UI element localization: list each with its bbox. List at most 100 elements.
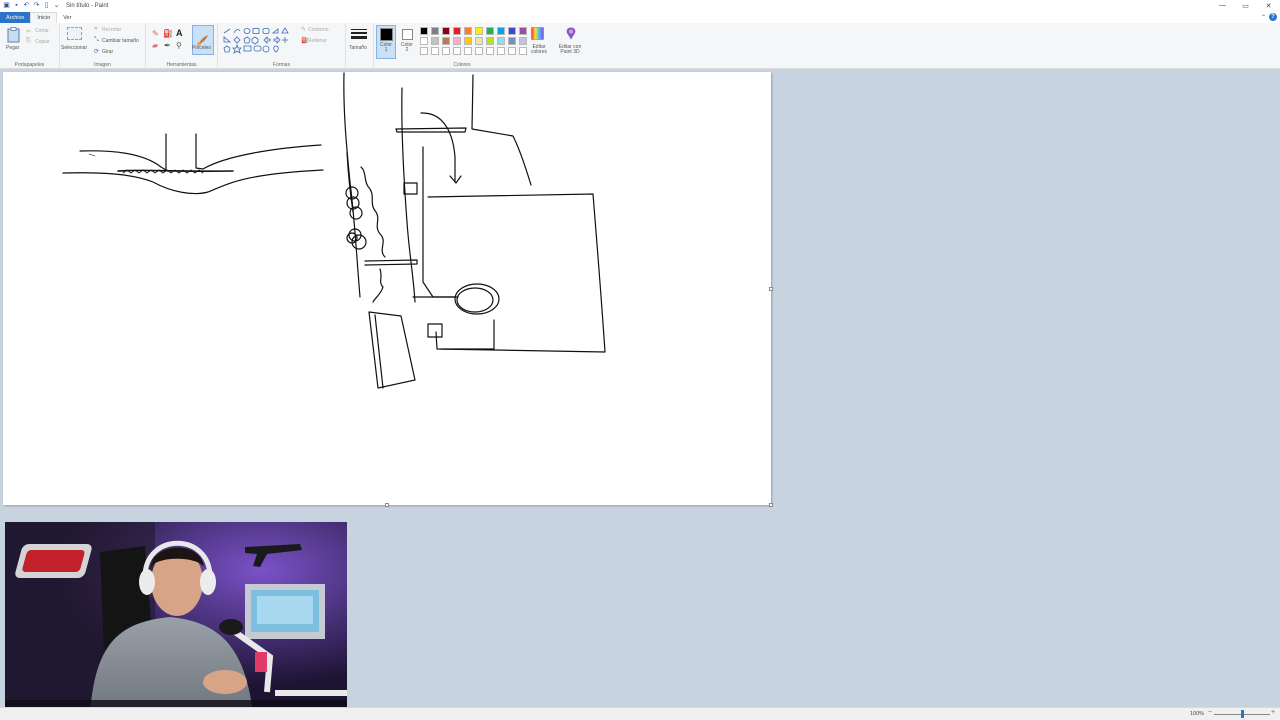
crop-button[interactable]: Recortar xyxy=(102,27,121,33)
resize-button[interactable]: Cambiar tamaño xyxy=(102,38,139,44)
eraser-icon[interactable]: ▰ xyxy=(152,41,158,50)
palette-swatch[interactable] xyxy=(442,47,450,55)
palette-swatch[interactable] xyxy=(519,37,527,45)
colors-group: Color 1 Color 2 Editar colores Editar co… xyxy=(374,23,592,69)
select-icon[interactable] xyxy=(67,27,82,40)
drawing-canvas[interactable] xyxy=(3,72,773,507)
palette-swatch[interactable] xyxy=(508,37,516,45)
palette-swatch[interactable] xyxy=(475,37,483,45)
undo-icon[interactable]: ↶ xyxy=(23,2,30,9)
magnifier-icon[interactable]: ⚲ xyxy=(176,41,182,50)
zoom-slider-thumb[interactable] xyxy=(1241,710,1244,718)
collapse-ribbon-icon[interactable]: ⌃ xyxy=(1261,14,1266,21)
resize-icon: ⤡ xyxy=(94,37,99,43)
text-icon[interactable]: A xyxy=(176,28,183,38)
crop-icon: ⌗ xyxy=(94,26,98,32)
select-button[interactable]: Seleccionar xyxy=(61,45,87,51)
shapes-group: Contorno Rellenar ✎ ⛽ Formas xyxy=(218,23,346,69)
tools-group-label: Herramientas xyxy=(166,62,197,68)
palette-swatch[interactable] xyxy=(431,37,439,45)
palette-swatch[interactable] xyxy=(453,37,461,45)
colors-group-label: Colores xyxy=(453,62,471,68)
status-bar: 100% − + xyxy=(0,707,1280,720)
outline-icon: ✎ xyxy=(301,27,307,33)
tab-file[interactable]: Archivo xyxy=(0,12,31,23)
palette-swatch[interactable] xyxy=(453,47,461,55)
palette-swatch[interactable] xyxy=(497,47,505,55)
image-group-label: Imagen xyxy=(94,62,111,68)
maximize-button[interactable]: ▭ xyxy=(1234,0,1257,11)
palette-swatch[interactable] xyxy=(431,47,439,55)
shapes-gallery[interactable] xyxy=(222,27,298,54)
size-icon[interactable] xyxy=(351,27,367,41)
palette-swatch[interactable] xyxy=(497,27,505,35)
palette-swatch[interactable] xyxy=(464,27,472,35)
outline-button[interactable]: Contorno xyxy=(308,27,329,33)
ribbon-tabs: Archivo Inicio Ver ⌃ ? xyxy=(0,11,1280,23)
copy-button[interactable]: Copiar xyxy=(35,39,50,45)
image-group: Seleccionar Recortar Cambiar tamaño Gira… xyxy=(60,23,146,69)
palette-swatch[interactable] xyxy=(508,27,516,35)
color2-label: Color 2 xyxy=(401,42,413,53)
zoom-out-button[interactable]: − xyxy=(1208,709,1212,716)
webcam-feed-image xyxy=(5,522,347,714)
minimize-button[interactable]: — xyxy=(1211,0,1234,11)
edit-colors-button[interactable]: Editar colores xyxy=(528,45,550,55)
palette-swatch[interactable] xyxy=(519,27,527,35)
palette-swatch[interactable] xyxy=(486,27,494,35)
ribbon: Pegar ✂ Cortar ⎘ Copiar Portapapeles Sel… xyxy=(0,23,1280,69)
rotate-icon: ⟳ xyxy=(94,49,100,55)
redo-icon[interactable]: ↷ xyxy=(33,2,40,9)
size-group: Tamaño xyxy=(346,23,374,69)
tab-view[interactable]: Ver xyxy=(57,12,77,23)
close-button[interactable]: ✕ xyxy=(1257,0,1280,11)
palette-swatch[interactable] xyxy=(464,37,472,45)
palette-swatch[interactable] xyxy=(486,47,494,55)
new-file-icon[interactable]: ▯ xyxy=(43,2,50,9)
rotate-button[interactable]: Girar xyxy=(102,49,113,55)
palette-swatch[interactable] xyxy=(420,37,428,45)
pencil-icon[interactable]: ✎ xyxy=(152,29,159,38)
size-button[interactable]: Tamaño xyxy=(349,45,367,51)
title-bar: ▣ ▪ ↶ ↷ ▯ ⌄ Sin título - Paint — ▭ ✕ xyxy=(0,0,1280,11)
fill-button[interactable]: Rellenar xyxy=(308,38,327,44)
shapes-group-label: Formas xyxy=(273,62,290,68)
palette-swatch[interactable] xyxy=(464,47,472,55)
paste-icon[interactable] xyxy=(6,26,20,43)
palette-swatch[interactable] xyxy=(486,37,494,45)
paste-button[interactable]: Pegar xyxy=(6,45,19,51)
palette-swatch[interactable] xyxy=(420,47,428,55)
color2-swatch[interactable] xyxy=(402,29,413,40)
palette-swatch[interactable] xyxy=(475,27,483,35)
palette-swatch[interactable] xyxy=(431,27,439,35)
palette-swatch[interactable] xyxy=(497,37,505,45)
fill-icon[interactable]: ⛽ xyxy=(163,29,173,38)
resize-handle-right[interactable] xyxy=(769,287,773,291)
resize-handle-bottom[interactable] xyxy=(385,503,389,507)
resize-handle-corner[interactable] xyxy=(769,503,773,507)
palette-swatch[interactable] xyxy=(442,37,450,45)
tab-home[interactable]: Inicio xyxy=(30,12,58,23)
palette-swatch[interactable] xyxy=(475,47,483,55)
paint3d-icon[interactable] xyxy=(564,27,577,40)
brushes-label: Pinceles xyxy=(192,45,211,51)
palette-swatch[interactable] xyxy=(420,27,428,35)
edit-colors-icon[interactable] xyxy=(531,27,544,40)
customize-qat-icon[interactable]: ⌄ xyxy=(53,2,60,9)
fill-shape-icon: ⛽ xyxy=(301,38,309,44)
save-icon[interactable]: ▪ xyxy=(13,2,20,9)
tools-group: ✎ ⛽ A ▰ ✒ ⚲ Pinceles Herramientas xyxy=(146,23,218,69)
cut-button[interactable]: Cortar xyxy=(35,28,49,34)
clipboard-group-label: Portapapeles xyxy=(14,62,45,68)
help-icon[interactable]: ? xyxy=(1269,13,1277,21)
color-picker-icon[interactable]: ✒ xyxy=(164,41,171,50)
palette-swatch[interactable] xyxy=(508,47,516,55)
edit-paint3d-button[interactable]: Editar con Paint 3D xyxy=(554,45,586,55)
palette-swatch[interactable] xyxy=(519,47,527,55)
palette-swatch[interactable] xyxy=(442,27,450,35)
palette-swatch[interactable] xyxy=(453,27,461,35)
zoom-in-button[interactable]: + xyxy=(1271,709,1275,716)
webcam-overlay xyxy=(5,522,347,714)
quick-access-toolbar: ▣ ▪ ↶ ↷ ▯ ⌄ xyxy=(0,2,60,9)
clipboard-group: Pegar ✂ Cortar ⎘ Copiar Portapapeles xyxy=(0,23,60,69)
